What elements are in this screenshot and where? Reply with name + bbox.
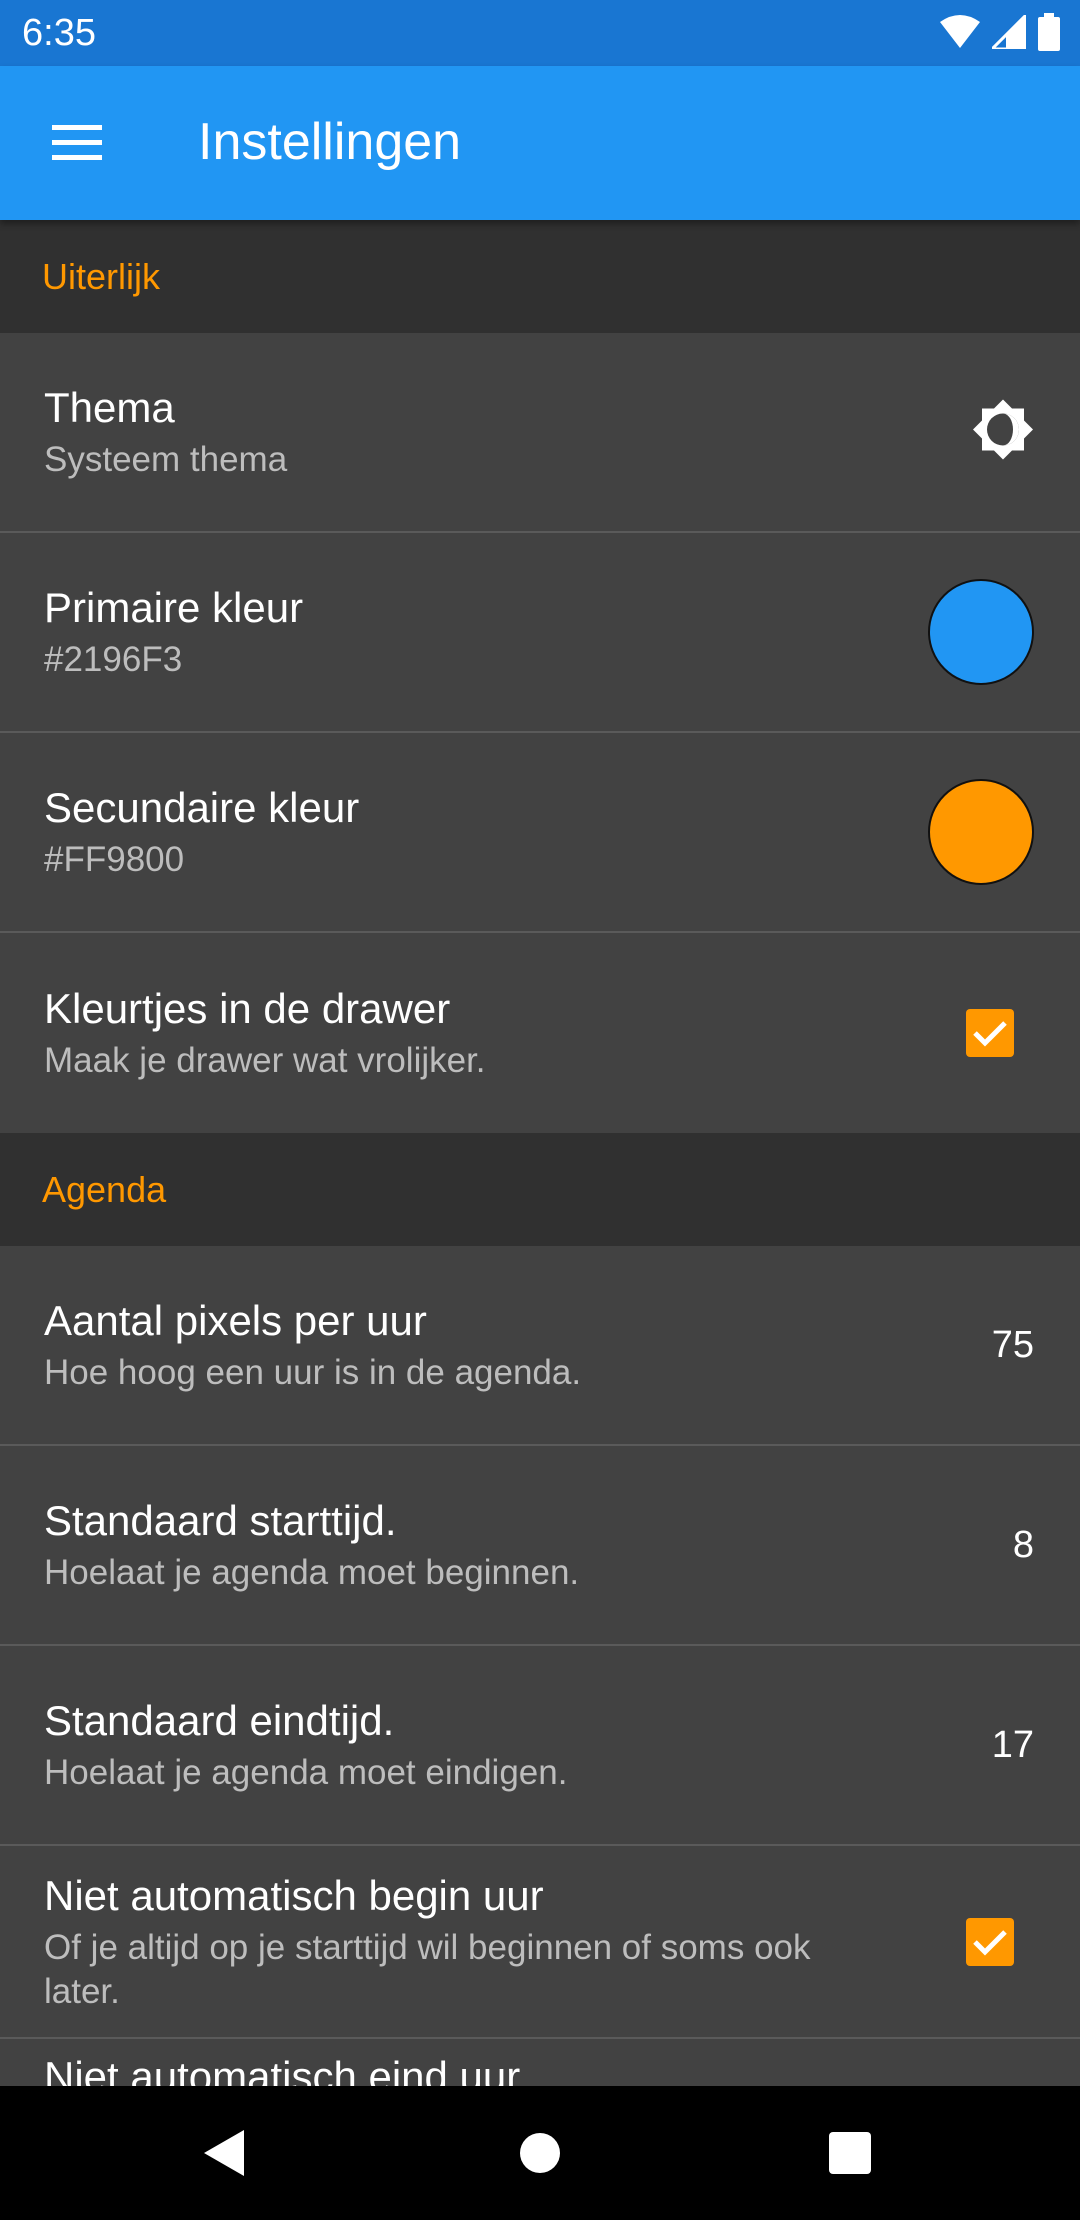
setting-eindtijd[interactable]: Standaard eindtijd. Hoelaat je agenda mo… [0,1646,1080,1846]
setting-title: Primaire kleur [44,584,304,631]
app-bar: Instellingen [0,66,1080,220]
menu-icon[interactable] [44,110,110,176]
setting-subtitle: Of je altijd op je starttijd wil beginne… [44,1927,811,2011]
setting-niet-automatisch-begin-uur[interactable]: Niet automatisch begin uur Of je altijd … [0,1846,1080,2039]
setting-secundaire-kleur[interactable]: Secundaire kleur #FF9800 [0,733,1080,933]
home-icon[interactable] [480,2086,600,2220]
setting-thema[interactable]: Thema Systeem thema [0,333,1080,533]
page-title: Instellingen [198,113,462,171]
setting-subtitle: #FF9800 [44,840,185,879]
setting-title: Standaard eindtijd. [44,1697,395,1744]
setting-value: 8 [1012,1524,1034,1566]
setting-title: Secundaire kleur [44,784,360,831]
secondary-color-swatch[interactable] [928,779,1034,885]
theme-icon [970,397,1036,468]
setting-value: 17 [991,1724,1034,1766]
cell-signal-icon [988,10,1028,54]
setting-title: Standaard starttijd. [44,1497,397,1544]
setting-niet-automatisch-eind-uur[interactable]: Niet automatisch eind uur [0,2039,1080,2086]
settings-list: Uiterlijk Thema Systeem thema Primaire k… [0,220,1080,2086]
checkmark-icon [973,1929,1007,1956]
back-icon[interactable] [166,2086,286,2220]
status-icons [940,10,1060,56]
setting-title: Thema [44,384,175,431]
primary-color-swatch[interactable] [928,579,1034,685]
wifi-icon [940,14,980,55]
setting-title: Aantal pixels per uur [44,1297,427,1344]
setting-title: Kleurtjes in de drawer [44,985,451,1032]
status-bar: 6:35 [0,0,1080,66]
setting-starttijd[interactable]: Standaard starttijd. Hoelaat je agenda m… [0,1446,1080,1646]
setting-value: 75 [991,1324,1034,1366]
setting-kleurtjes-drawer[interactable]: Kleurtjes in de drawer Maak je drawer wa… [0,933,1080,1133]
setting-pixels-per-uur[interactable]: Aantal pixels per uur Hoe hoog een uur i… [0,1246,1080,1446]
setting-subtitle: Hoelaat je agenda moet eindigen. [44,1753,568,1792]
setting-subtitle: Hoelaat je agenda moet beginnen. [44,1553,580,1592]
setting-subtitle: Hoe hoog een uur is in de agenda. [44,1353,582,1392]
setting-primaire-kleur[interactable]: Primaire kleur #2196F3 [0,533,1080,733]
checkmark-icon [973,1021,1007,1047]
setting-title: Niet automatisch begin uur [44,1871,544,1919]
section-header-agenda: Agenda [0,1133,1080,1246]
navigation-bar [0,2086,1080,2220]
section-header-uiterlijk: Uiterlijk [0,220,1080,333]
setting-subtitle: #2196F3 [44,640,183,679]
battery-icon [1038,12,1060,56]
drawer-colors-checkbox[interactable] [966,1009,1014,1057]
setting-title: Niet automatisch eind uur [44,2053,521,2086]
recents-icon[interactable] [790,2086,910,2220]
setting-subtitle: Systeem thema [44,440,288,479]
setting-subtitle: Maak je drawer wat vrolijker. [44,1041,486,1080]
auto-begin-checkbox[interactable] [966,1917,1014,1966]
status-time: 6:35 [22,12,96,54]
